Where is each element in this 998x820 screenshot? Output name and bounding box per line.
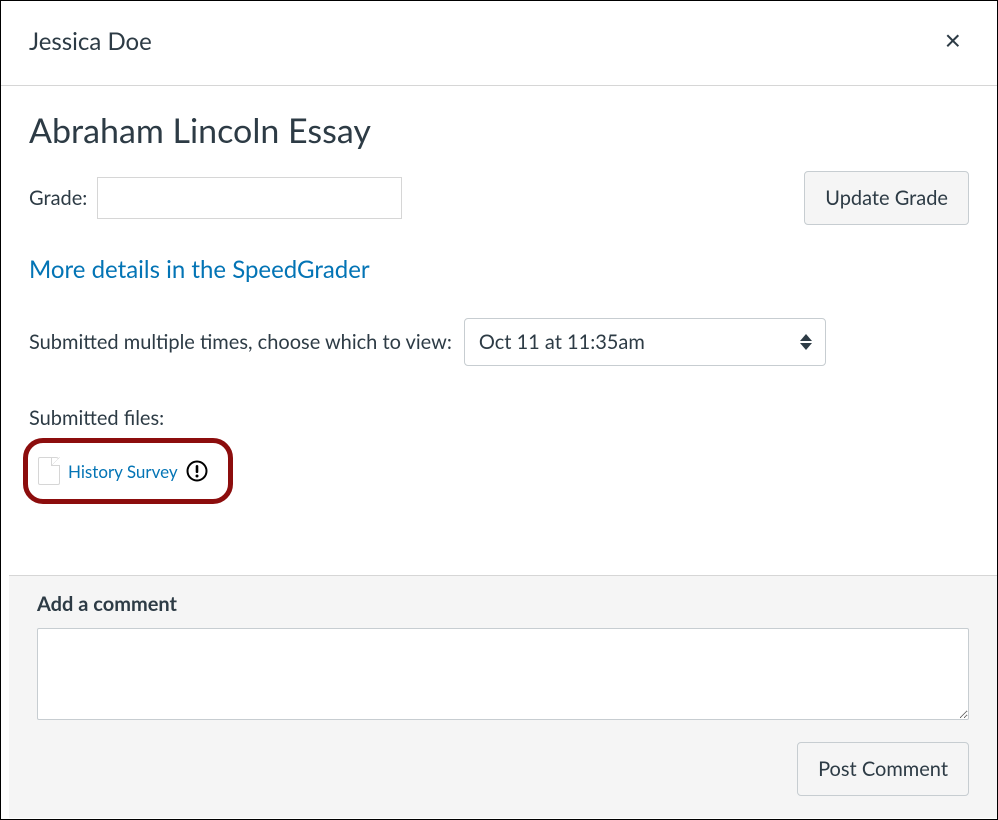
file-icon xyxy=(38,457,60,485)
grade-input-group: Grade: xyxy=(29,177,402,219)
file-link[interactable]: History Survey xyxy=(68,461,178,482)
grade-row: Grade: Update Grade xyxy=(29,171,969,225)
comment-actions: Post Comment xyxy=(37,742,969,796)
grade-modal: Jessica Doe × Abraham Lincoln Essay Grad… xyxy=(1,1,997,526)
close-icon: × xyxy=(945,25,961,56)
submission-select-wrapper: Oct 11 at 11:35am xyxy=(464,318,826,366)
modal-body: Abraham Lincoln Essay Grade: Update Grad… xyxy=(1,86,997,526)
submission-select[interactable]: Oct 11 at 11:35am xyxy=(464,318,826,366)
comment-textarea[interactable] xyxy=(37,628,969,720)
warning-icon xyxy=(186,460,208,482)
grade-label: Grade: xyxy=(29,186,87,210)
comment-section: Add a comment Post Comment xyxy=(9,575,997,818)
modal-header: Jessica Doe × xyxy=(1,1,997,86)
submission-select-row: Submitted multiple times, choose which t… xyxy=(29,318,969,366)
post-comment-button[interactable]: Post Comment xyxy=(797,742,969,796)
update-grade-button[interactable]: Update Grade xyxy=(804,171,969,225)
close-button[interactable]: × xyxy=(937,23,969,59)
assignment-title: Abraham Lincoln Essay xyxy=(29,110,969,151)
file-item-highlight: History Survey xyxy=(23,438,233,504)
submitted-files-label: Submitted files: xyxy=(29,406,969,430)
submission-select-label: Submitted multiple times, choose which t… xyxy=(29,330,452,354)
student-name: Jessica Doe xyxy=(29,27,152,56)
speedgrader-link[interactable]: More details in the SpeedGrader xyxy=(29,255,370,284)
comment-label: Add a comment xyxy=(37,592,969,616)
grade-input[interactable] xyxy=(97,177,402,219)
